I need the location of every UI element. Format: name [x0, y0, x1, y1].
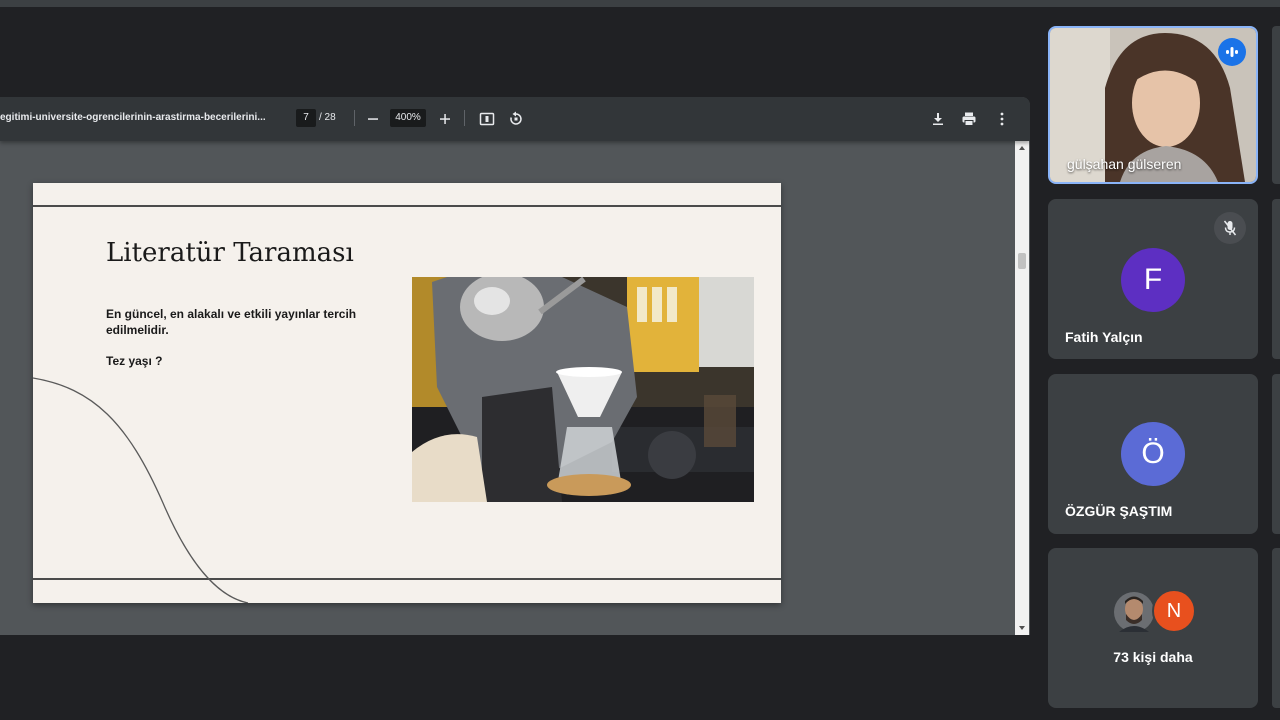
- minus-icon[interactable]: [361, 107, 385, 131]
- rotate-icon[interactable]: [504, 107, 528, 131]
- scroll-up-icon[interactable]: [1019, 146, 1025, 150]
- participant-tile-ozgur[interactable]: Ö ÖZGÜR ŞAŞTIM: [1048, 374, 1258, 534]
- download-icon[interactable]: [926, 107, 950, 131]
- participant-avatar: F: [1121, 248, 1185, 312]
- fit-page-icon[interactable]: [475, 107, 499, 131]
- participant-tile-gulsahan[interactable]: gülşahan gülseren: [1048, 26, 1258, 184]
- participant-tile-fatih[interactable]: F Fatih Yalçın: [1048, 199, 1258, 359]
- scroll-down-icon[interactable]: [1019, 626, 1025, 630]
- pdf-toolbar: egitimi-universite-ogrencilerinin-arasti…: [0, 97, 1030, 141]
- offscreen-tile: [1272, 374, 1280, 534]
- participant-name: Fatih Yalçın: [1065, 329, 1143, 345]
- scroll-thumb[interactable]: [1018, 253, 1026, 269]
- mic-off-icon: [1214, 212, 1246, 244]
- coffee-photo: [412, 277, 754, 502]
- slide-title: Literatür Taraması: [106, 238, 354, 268]
- vertical-scrollbar[interactable]: [1015, 141, 1029, 635]
- page-total: / 28: [319, 112, 336, 123]
- more-participants-tile[interactable]: N 73 kişi daha: [1048, 548, 1258, 708]
- toolbar-divider: [354, 110, 355, 126]
- zoom-level-input[interactable]: 400%: [390, 109, 426, 127]
- participant-thumbnail: [1114, 592, 1154, 632]
- slide-question: Tez yaşı ?: [106, 354, 163, 368]
- participant-avatar: Ö: [1121, 422, 1185, 486]
- print-icon[interactable]: [957, 107, 981, 131]
- document-title: egitimi-universite-ogrencilerinin-arasti…: [0, 112, 266, 123]
- participant-name: ÖZGÜR ŞAŞTIM: [1065, 503, 1173, 519]
- plus-icon[interactable]: [433, 107, 457, 131]
- offscreen-tile: [1272, 199, 1280, 359]
- offscreen-tile: [1272, 26, 1280, 184]
- top-bar: [0, 0, 1280, 7]
- page-number-input[interactable]: 7: [296, 109, 316, 127]
- pdf-page: Literatür Taraması En güncel, en alakalı…: [33, 183, 781, 603]
- participant-name: gülşahan gülseren: [1067, 156, 1182, 172]
- slide-body-text: En güncel, en alakalı ve etkili yayınlar…: [106, 307, 357, 337]
- toolbar-divider: [464, 110, 465, 126]
- offscreen-tile: [1272, 548, 1280, 708]
- more-vert-icon[interactable]: [990, 107, 1014, 131]
- more-participants-label: 73 kişi daha: [1113, 649, 1193, 665]
- participant-avatar: N: [1152, 589, 1196, 633]
- speaking-indicator-icon: [1218, 38, 1246, 66]
